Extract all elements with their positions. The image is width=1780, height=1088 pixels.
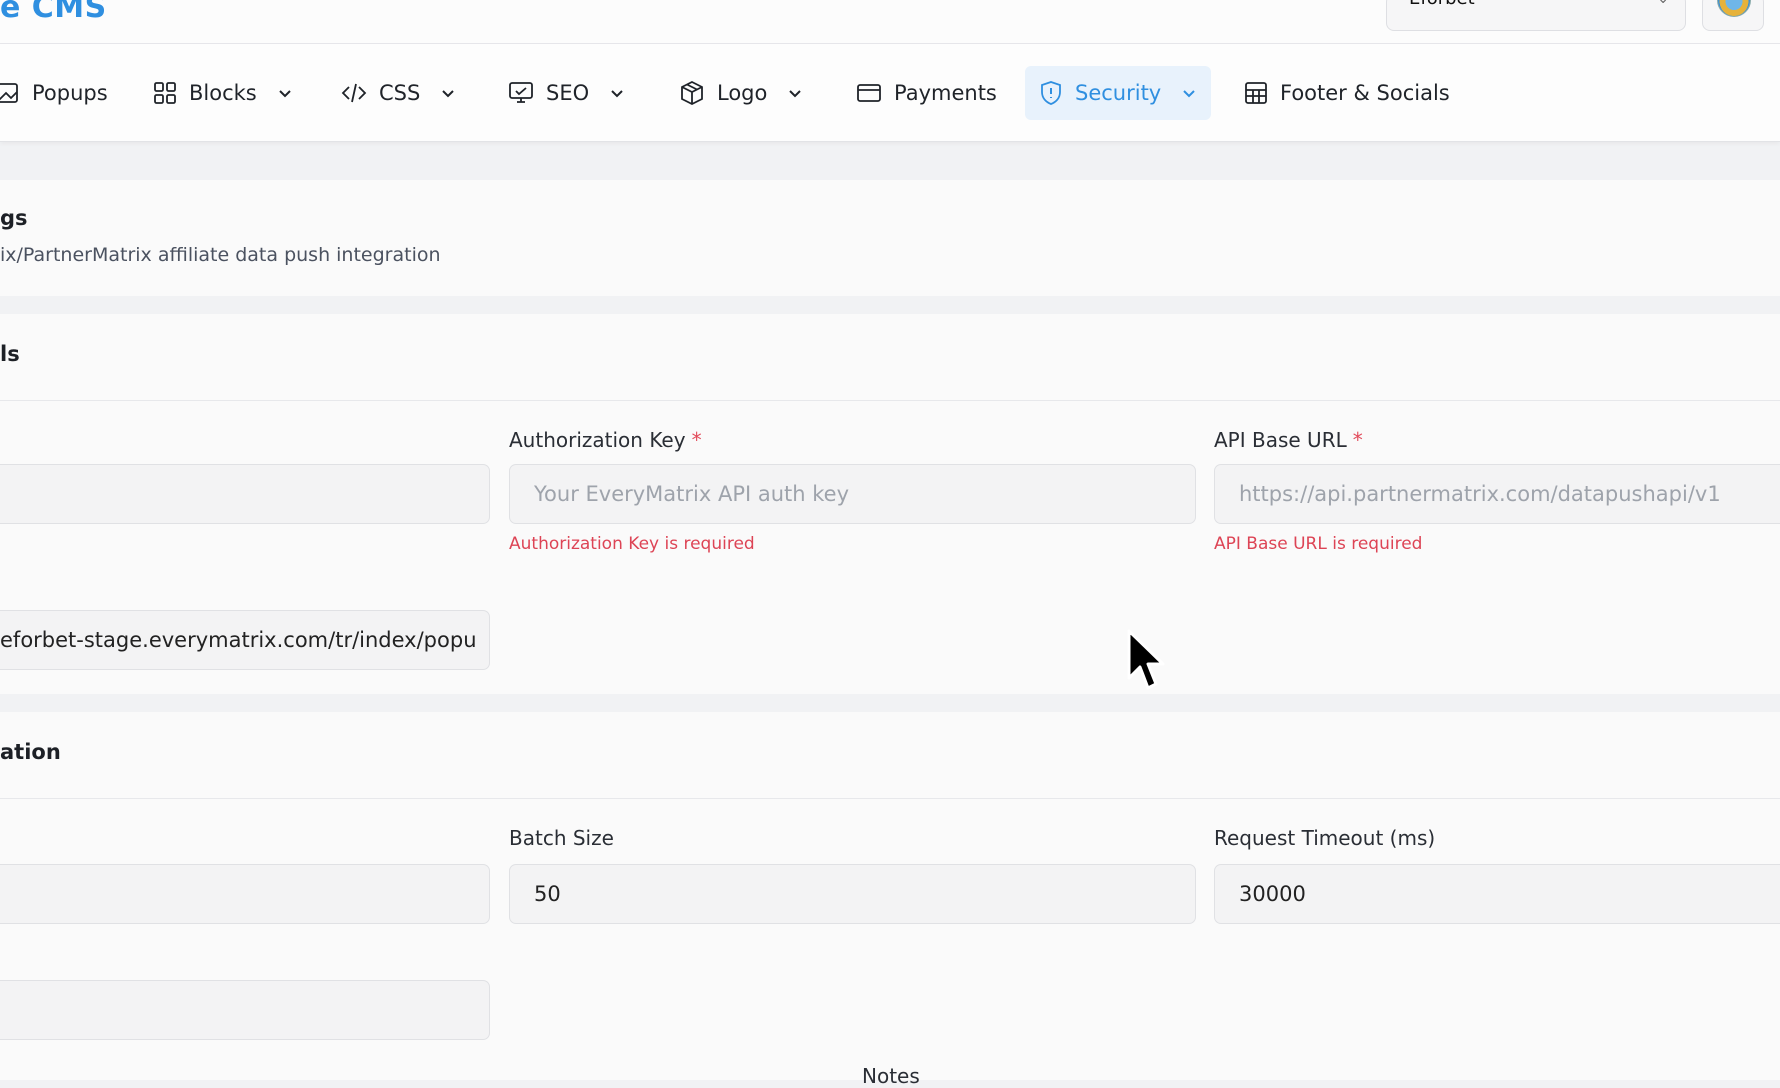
url-input[interactable]: eforbet-stage.everymatrix.com/tr/index/p…	[0, 610, 490, 670]
configuration-card: ation Batch Size Request Timeout (ms) 50…	[0, 712, 1780, 1080]
api-url-label-text: API Base URL	[1214, 428, 1347, 452]
chevron-down-icon	[789, 90, 802, 98]
user-menu-button[interactable]	[1702, 0, 1764, 31]
nav-item-blocks[interactable]: Blocks	[153, 66, 293, 120]
batch-size-value: 50	[534, 882, 561, 906]
timeout-input[interactable]: 30000	[1214, 864, 1780, 924]
nav-item-label: Blocks	[189, 81, 257, 105]
chevron-down-icon	[611, 90, 623, 98]
code-icon	[341, 83, 367, 103]
card-icon	[857, 84, 881, 102]
url-value: eforbet-stage.everymatrix.com/tr/index/p…	[0, 628, 477, 652]
nav-item-popups[interactable]: Popups	[0, 66, 108, 120]
configuration-title: ation	[0, 740, 61, 764]
api-url-error: API Base URL is required	[1214, 534, 1423, 554]
brand-title: e CMS	[0, 0, 107, 25]
nav-item-label: CSS	[379, 81, 421, 105]
auth-key-placeholder: Your EveryMatrix API auth key	[534, 482, 850, 506]
site-selector[interactable]: Eforbet ⌄	[1386, 0, 1686, 31]
globe-avatar-icon	[1717, 0, 1751, 17]
auth-key-error: Authorization Key is required	[509, 534, 755, 554]
image-icon	[0, 83, 18, 103]
nav-item-security[interactable]: Security	[1025, 66, 1212, 120]
nav-item-css[interactable]: CSS	[341, 66, 456, 120]
auth-key-label: Authorization Key *	[509, 428, 702, 452]
batch-size-label: Batch Size	[509, 826, 614, 850]
divider	[0, 400, 1780, 401]
config-input-cropped[interactable]	[0, 864, 490, 924]
nav-item-label: Payments	[894, 81, 997, 105]
auth-key-input[interactable]: Your EveryMatrix API auth key	[509, 464, 1196, 524]
nav-item-payments[interactable]: Payments	[856, 66, 997, 120]
required-marker: *	[691, 428, 702, 452]
grid-icon	[154, 82, 176, 104]
api-url-placeholder: https://api.partnermatrix.com/datapushap…	[1239, 482, 1721, 506]
chevron-down-icon: ⌄	[1657, 0, 1669, 9]
nav-item-label: Logo	[717, 81, 768, 105]
nav-item-label: Footer & Socials	[1280, 81, 1450, 105]
credential-input-cropped[interactable]	[0, 464, 490, 524]
nav-item-label: Popups	[32, 81, 108, 105]
timeout-value: 30000	[1239, 882, 1306, 906]
chevron-down-icon	[279, 90, 291, 98]
section-nav: Popups Blocks CSS SEO Logo Payments Secu…	[0, 44, 1780, 142]
batch-size-input[interactable]: 50	[509, 864, 1196, 924]
settings-header-card: gs ix/PartnerMatrix affiliate data push …	[0, 180, 1780, 296]
nav-item-label: SEO	[546, 81, 590, 105]
auth-key-label-text: Authorization Key	[509, 428, 686, 452]
nav-item-seo[interactable]: SEO	[508, 66, 625, 120]
nav-item-label: Security	[1075, 81, 1162, 105]
top-header: e CMS Eforbet ⌄	[0, 0, 1780, 44]
chevron-down-icon	[1183, 90, 1195, 98]
config-input-cropped-2[interactable]	[0, 980, 490, 1040]
site-selector-value: Eforbet	[1409, 0, 1475, 9]
box-icon	[681, 80, 703, 106]
chevron-down-icon	[442, 90, 455, 98]
nav-item-logo[interactable]: Logo	[679, 66, 803, 120]
credentials-title: ls	[0, 342, 20, 366]
required-marker: *	[1352, 428, 1363, 452]
settings-subtitle: ix/PartnerMatrix affiliate data push int…	[0, 244, 441, 266]
api-url-input[interactable]: https://api.partnermatrix.com/datapushap…	[1214, 464, 1780, 524]
divider	[0, 798, 1780, 799]
api-url-label: API Base URL *	[1214, 428, 1363, 452]
credentials-card: ls Authorization Key * API Base URL * Your…	[0, 314, 1780, 694]
table-icon	[1245, 82, 1267, 104]
mouse-cursor-icon	[1126, 628, 1168, 698]
notes-label: Notes	[862, 1064, 920, 1088]
monitor-icon	[509, 82, 533, 103]
timeout-label: Request Timeout (ms)	[1214, 826, 1436, 850]
nav-item-footer-socials[interactable]: Footer & Socials	[1244, 66, 1450, 120]
settings-title: gs	[0, 206, 28, 230]
shield-icon	[1041, 81, 1061, 105]
